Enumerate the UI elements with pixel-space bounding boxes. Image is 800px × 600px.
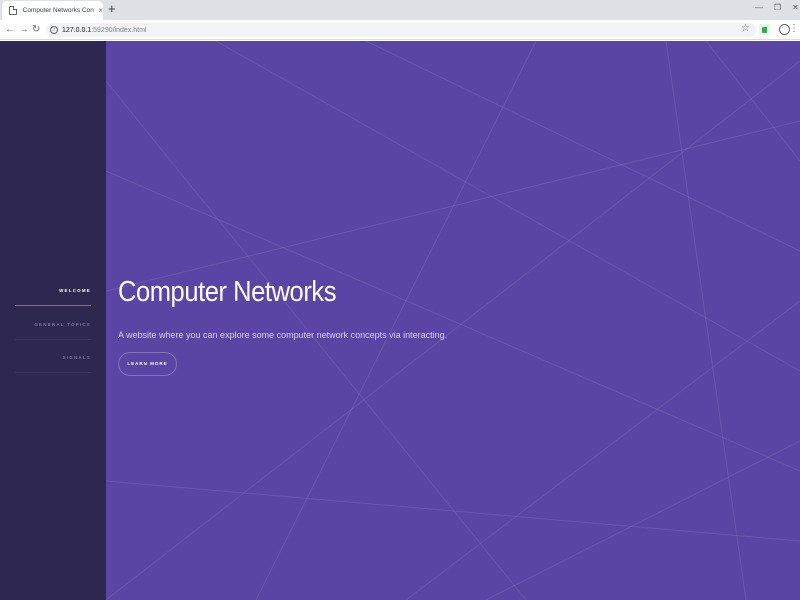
item-divider bbox=[15, 372, 91, 373]
browser-tab-strip: Computer Networks Concepts × + — ❐ ✕ bbox=[0, 0, 800, 20]
tab-close-icon[interactable]: × bbox=[98, 6, 103, 15]
browser-toolbar: ← → ↻ i 127.0.0.1:59290/index.html ☆ ⋮ bbox=[0, 20, 800, 40]
item-divider bbox=[15, 339, 91, 340]
site-info-icon[interactable]: i bbox=[50, 26, 58, 34]
hero-subtitle: A website where you can explore some com… bbox=[118, 330, 448, 340]
url-path: :59290/index.html bbox=[91, 26, 147, 34]
url-host: 127.0.0.1 bbox=[62, 26, 92, 34]
sidebar-nav: WELCOME GENERAL TOPICS SIGNALS bbox=[0, 41, 106, 600]
bookmark-star-icon[interactable]: ☆ bbox=[741, 23, 750, 35]
minimize-icon[interactable]: — bbox=[755, 3, 763, 13]
reload-icon[interactable]: ↻ bbox=[32, 24, 40, 36]
sidebar-item-signals[interactable]: SIGNALS bbox=[15, 351, 91, 373]
forward-arrow-icon[interactable]: → bbox=[19, 24, 29, 36]
restore-icon[interactable]: ❐ bbox=[774, 3, 781, 13]
sidebar-item-general-topics[interactable]: GENERAL TOPICS bbox=[15, 318, 91, 340]
background-line-pattern bbox=[106, 41, 800, 600]
browser-tab[interactable]: Computer Networks Concepts × bbox=[2, 1, 103, 20]
learn-more-button[interactable]: LEARN MORE bbox=[118, 352, 177, 376]
tab-title: Computer Networks Concepts bbox=[22, 7, 95, 14]
active-underline bbox=[15, 305, 91, 306]
new-tab-button[interactable]: + bbox=[108, 2, 116, 16]
page-title: Computer Networks bbox=[118, 276, 337, 308]
page-icon bbox=[9, 6, 17, 15]
back-arrow-icon[interactable]: ← bbox=[5, 24, 15, 36]
browser-menu-icon[interactable]: ⋮ bbox=[789, 23, 799, 35]
close-window-icon[interactable]: ✕ bbox=[792, 3, 799, 13]
sidebar-item-label: GENERAL TOPICS bbox=[34, 322, 91, 327]
sidebar-item-label: WELCOME bbox=[59, 288, 91, 293]
hero-section: Computer Networks A website where you ca… bbox=[106, 41, 800, 600]
address-bar[interactable]: i 127.0.0.1:59290/index.html bbox=[46, 23, 756, 37]
extension-icon[interactable] bbox=[759, 24, 770, 35]
sidebar-item-label: SIGNALS bbox=[62, 355, 91, 360]
sidebar-item-welcome[interactable]: WELCOME bbox=[15, 284, 91, 306]
